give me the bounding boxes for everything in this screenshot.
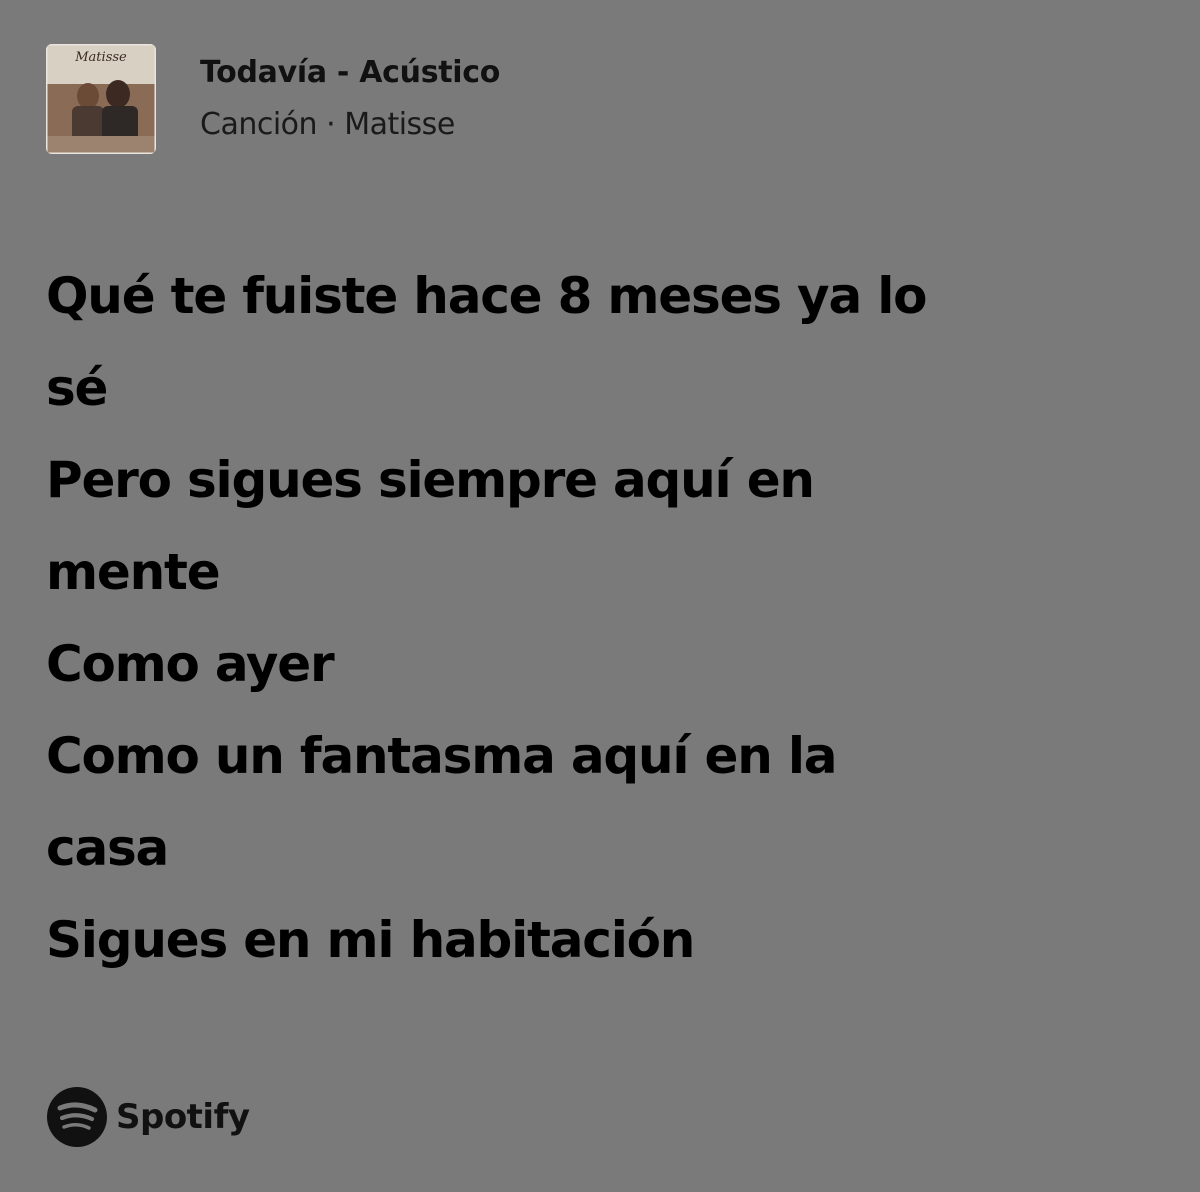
lyric-line: Pero sigues siempre aquí en (46, 451, 815, 509)
lyric-line: sé (46, 359, 108, 417)
artist-name[interactable]: Matisse (344, 107, 455, 142)
spotify-icon (47, 1087, 107, 1147)
album-logo: Matisse (75, 50, 127, 65)
lyric-line: mente (46, 543, 221, 601)
lyric-line: casa (46, 819, 169, 877)
lyrics-share-card: Matisse Todavía - Acústico Canción · Mat… (0, 0, 1200, 1192)
track-meta: Todavía - Acústico Canción · Matisse (200, 53, 500, 145)
spotify-branding[interactable]: Spotify (46, 1086, 250, 1148)
spotify-wordmark: Spotify (116, 1097, 250, 1137)
lyric-line: Como un fantasma aquí en la (46, 727, 838, 785)
track-header[interactable]: Matisse Todavía - Acústico Canción · Mat… (46, 44, 500, 154)
track-title[interactable]: Todavía - Acústico (200, 53, 500, 93)
album-cover: Matisse (46, 44, 156, 154)
lyric-line: Qué te fuiste hace 8 meses ya lo (46, 267, 927, 325)
separator-dot: · (326, 107, 336, 142)
lyric-line: Como ayer (46, 635, 335, 693)
item-type-label: Canción (200, 107, 318, 142)
lyrics-block: Qué te fuiste hace 8 meses ya lo sé Pero… (46, 250, 1166, 986)
track-subtitle: Canción · Matisse (200, 105, 500, 145)
lyric-line: Sigues en mi habitación (46, 911, 695, 969)
